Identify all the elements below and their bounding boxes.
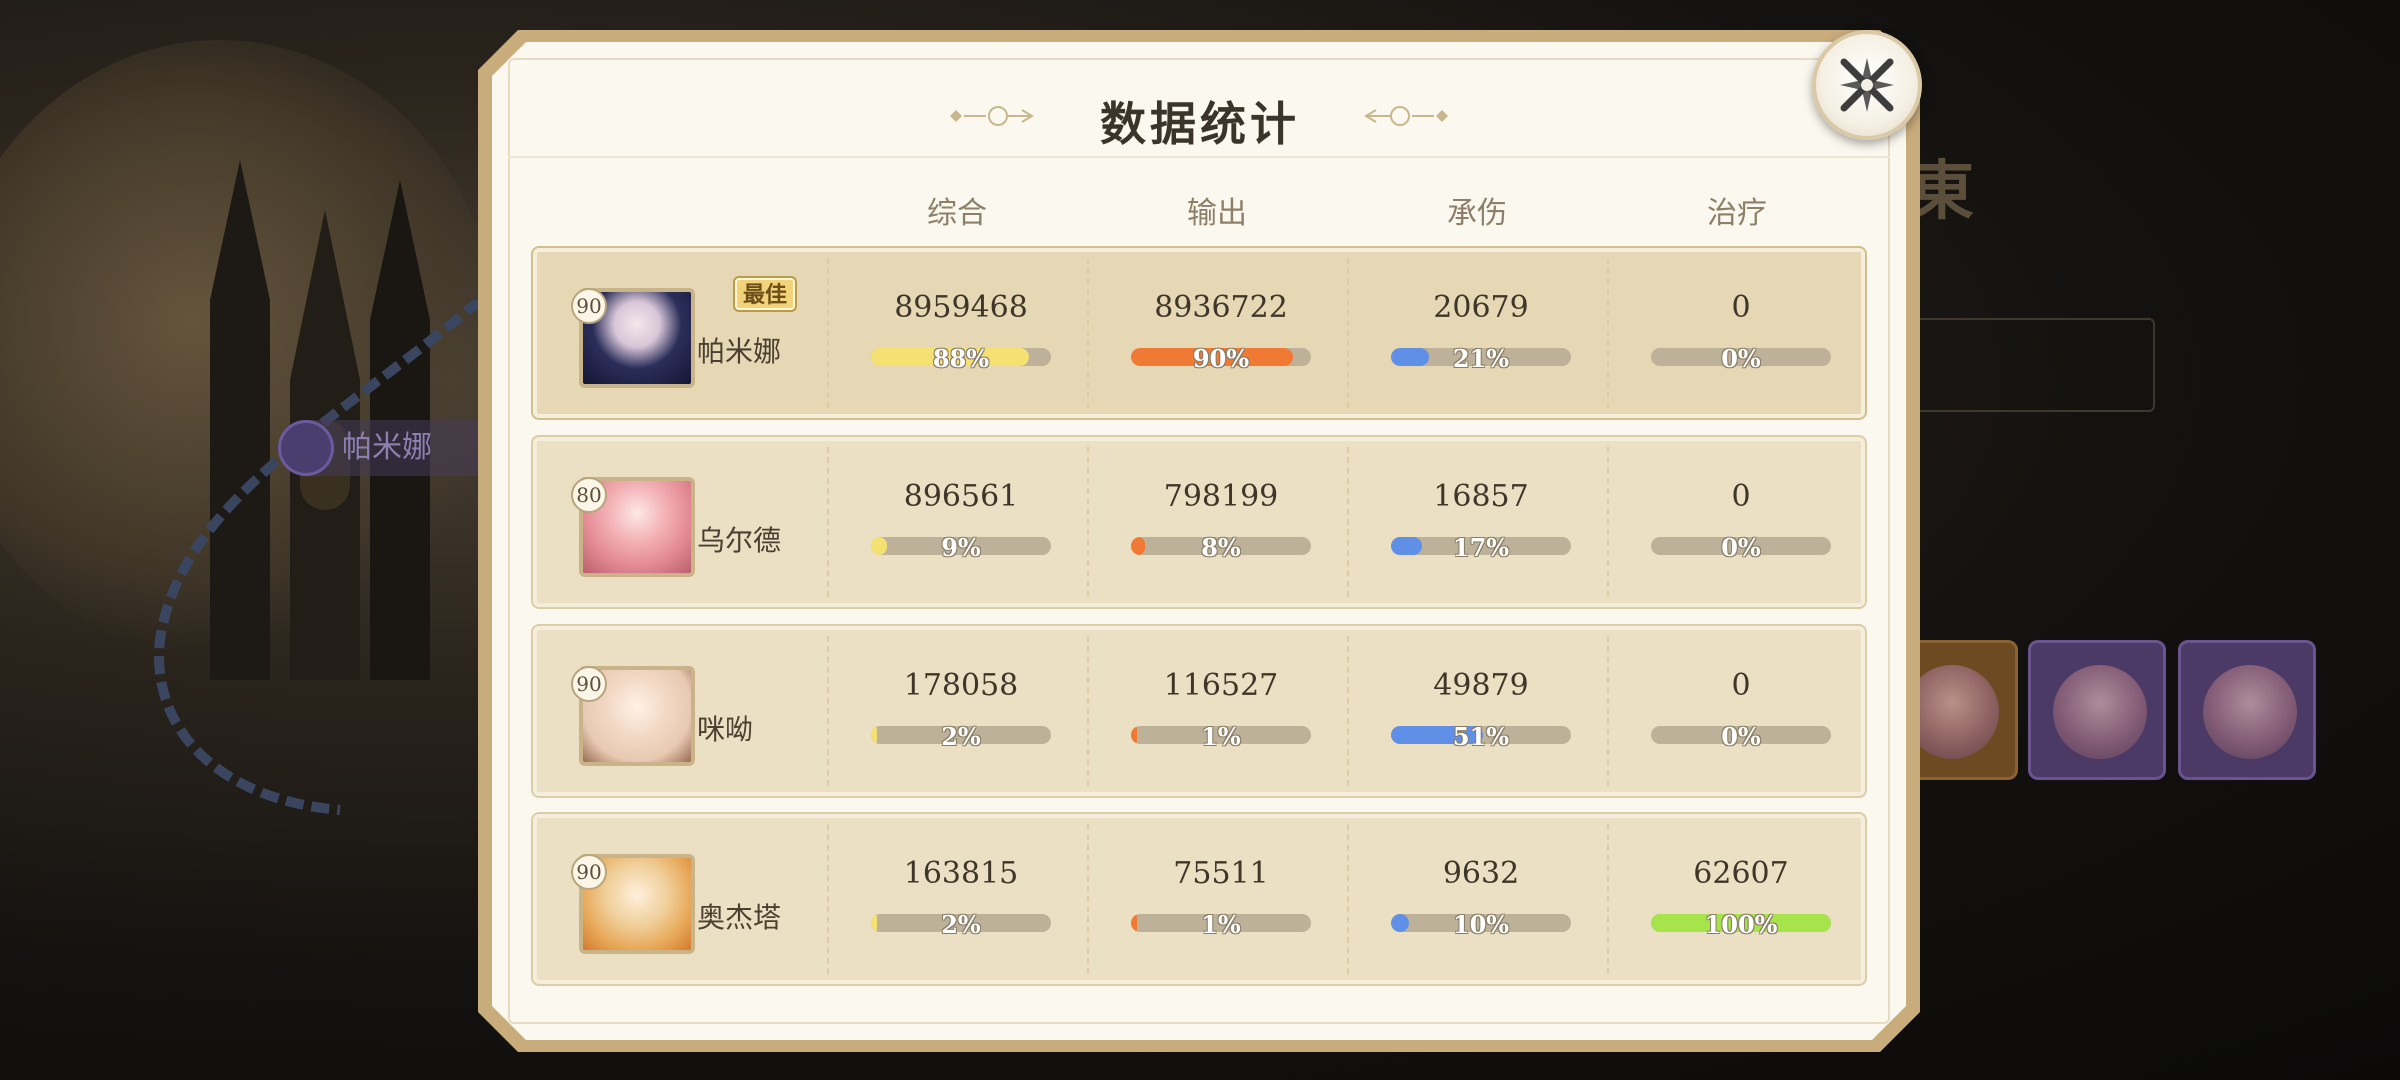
column-divider	[1607, 447, 1609, 597]
background-chain	[154, 300, 484, 815]
character-name: 帕米娜	[697, 335, 782, 368]
level-badge: 90	[571, 288, 607, 324]
percent-label-overall: 2%	[941, 910, 981, 939]
table-row: 90 咪呦 178058 2% 116527 1% 49879 51% 0 0%	[531, 624, 1867, 798]
column-divider	[1607, 258, 1609, 408]
background-card	[2028, 640, 2166, 780]
stat-value-healing: 0	[1731, 479, 1751, 514]
background-right-box	[1905, 318, 2155, 412]
percent-label-damage: 1%	[1201, 910, 1241, 939]
stat-value-damage-taken: 20679	[1433, 290, 1529, 325]
column-divider	[827, 636, 829, 786]
stat-value-healing: 62607	[1693, 856, 1789, 891]
column-divider	[1607, 636, 1609, 786]
percent-label-damage-taken: 17%	[1452, 533, 1510, 562]
stat-value-damage: 116527	[1163, 668, 1279, 703]
percent-label-overall: 88%	[932, 344, 990, 373]
percent-label-damage: 8%	[1201, 533, 1241, 562]
close-button[interactable]	[1812, 30, 1922, 140]
level-badge: 80	[571, 477, 607, 513]
column-divider	[827, 447, 829, 597]
percent-label-healing: 100%	[1704, 910, 1778, 939]
character-name: 乌尔德	[697, 524, 782, 557]
percent-label-damage-taken: 51%	[1452, 722, 1510, 751]
level-badge: 90	[571, 666, 607, 702]
percent-label-damage-taken: 21%	[1452, 344, 1510, 373]
column-divider	[1087, 258, 1089, 408]
level-badge: 90	[571, 854, 607, 890]
column-header-healing: 治疗	[1707, 196, 1767, 231]
table-row: 90 奥杰塔 163815 2% 75511 1% 9632 10% 62607 100%	[531, 812, 1867, 986]
percent-label-damage-taken: 10%	[1452, 910, 1510, 939]
percent-label-healing: 0%	[1721, 722, 1761, 751]
table-row: 90 帕米娜 最佳 8959468 88% 8936722 90% 20679 21% 0 0%	[531, 246, 1867, 420]
percent-label-healing: 0%	[1721, 533, 1761, 562]
column-divider	[1347, 824, 1349, 974]
best-badge: 最佳	[733, 276, 798, 312]
column-divider	[1347, 447, 1349, 597]
column-divider	[1347, 258, 1349, 408]
character-name: 奥杰塔	[697, 901, 782, 934]
stat-value-damage-taken: 49879	[1433, 668, 1529, 703]
column-divider	[1347, 636, 1349, 786]
column-divider	[1087, 447, 1089, 597]
close-x-icon	[1840, 58, 1894, 112]
stat-value-damage: 798199	[1163, 479, 1279, 514]
stat-value-healing: 0	[1731, 668, 1751, 703]
ornament-right-icon	[1364, 106, 1448, 126]
stat-value-damage: 8936722	[1154, 290, 1288, 325]
column-header-damage-taken: 承伤	[1447, 196, 1507, 231]
stat-value-overall: 163815	[903, 856, 1019, 891]
stat-value-damage-taken: 9632	[1442, 856, 1520, 891]
percent-label-overall: 9%	[941, 533, 981, 562]
percent-label-overall: 2%	[941, 722, 981, 751]
background-card	[2178, 640, 2316, 780]
stat-value-overall: 178058	[903, 668, 1019, 703]
column-divider	[1087, 636, 1089, 786]
stat-value-damage-taken: 16857	[1433, 479, 1529, 514]
column-divider	[1607, 824, 1609, 974]
table-row: 80 乌尔德 896561 9% 798199 8% 16857 17% 0 0%	[531, 435, 1867, 609]
percent-label-damage: 1%	[1201, 722, 1241, 751]
character-name: 咪呦	[697, 713, 754, 746]
dialog-title: 数据统计	[1100, 97, 1300, 151]
stat-value-damage: 75511	[1173, 856, 1269, 891]
column-header-overall: 综合	[927, 196, 987, 231]
stat-value-overall: 8959468	[894, 290, 1028, 325]
column-divider	[1087, 824, 1089, 974]
percent-label-damage: 90%	[1192, 344, 1250, 373]
column-divider	[827, 824, 829, 974]
column-header-damage: 输出	[1187, 196, 1247, 231]
percent-label-healing: 0%	[1721, 344, 1761, 373]
column-divider	[827, 258, 829, 408]
stat-value-overall: 896561	[903, 479, 1019, 514]
stat-value-healing: 0	[1731, 290, 1751, 325]
